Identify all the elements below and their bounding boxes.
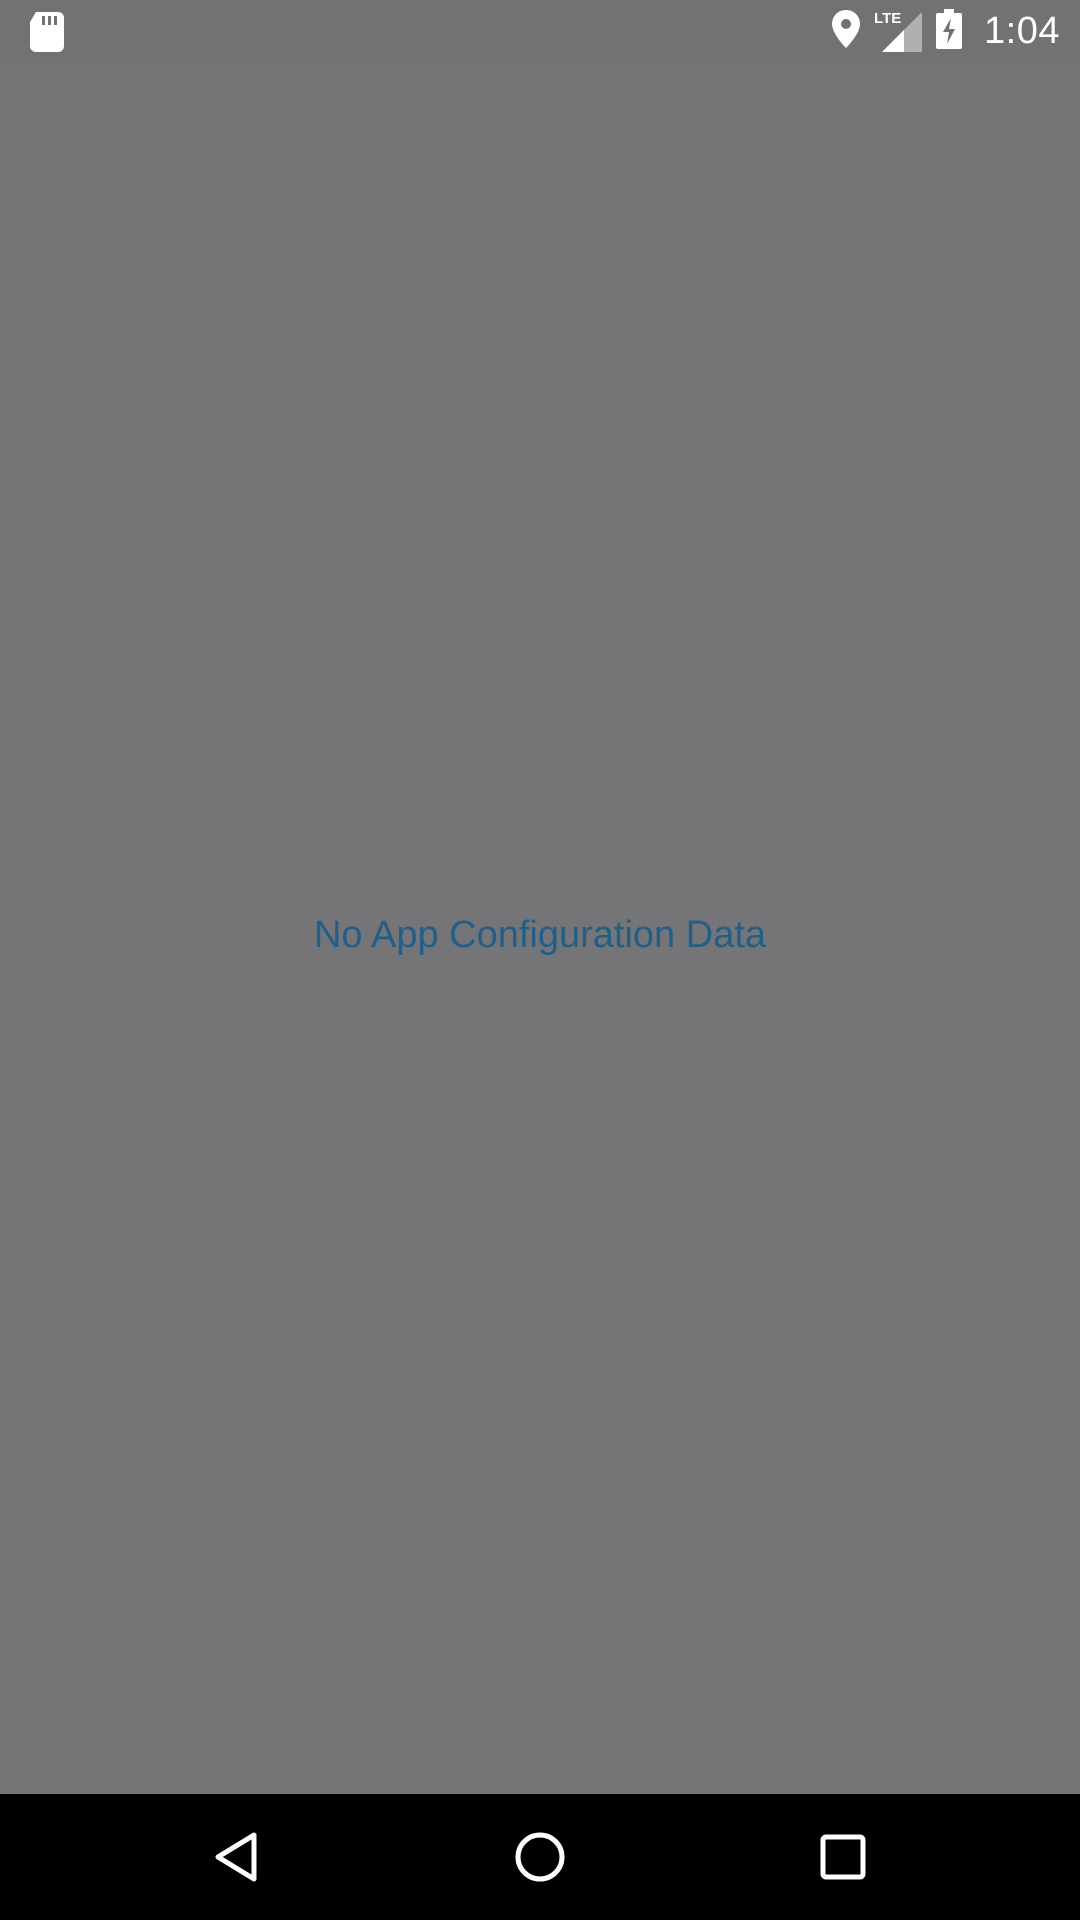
status-icons: LTE 1:04: [818, 0, 1060, 63]
sd-card-icon: [30, 12, 64, 52]
navigation-bar: [0, 1794, 1080, 1920]
signal-icon: LTE: [874, 10, 923, 52]
home-icon: [515, 1832, 565, 1882]
recents-icon: [820, 1834, 866, 1880]
status-clock: 1:04: [984, 10, 1060, 52]
empty-state-message: No App Configuration Data: [313, 914, 767, 956]
screen: LTE 1:04 No App Configuration Data: [0, 0, 1080, 1920]
recents-button[interactable]: [763, 1794, 923, 1920]
location-icon: [832, 10, 861, 53]
status-bar: LTE 1:04: [0, 0, 1080, 63]
battery-charging-icon: [936, 9, 963, 54]
back-button[interactable]: [156, 1794, 316, 1920]
main-content: No App Configuration Data: [0, 63, 1080, 1794]
home-button[interactable]: [460, 1794, 620, 1920]
back-icon: [215, 1832, 257, 1882]
